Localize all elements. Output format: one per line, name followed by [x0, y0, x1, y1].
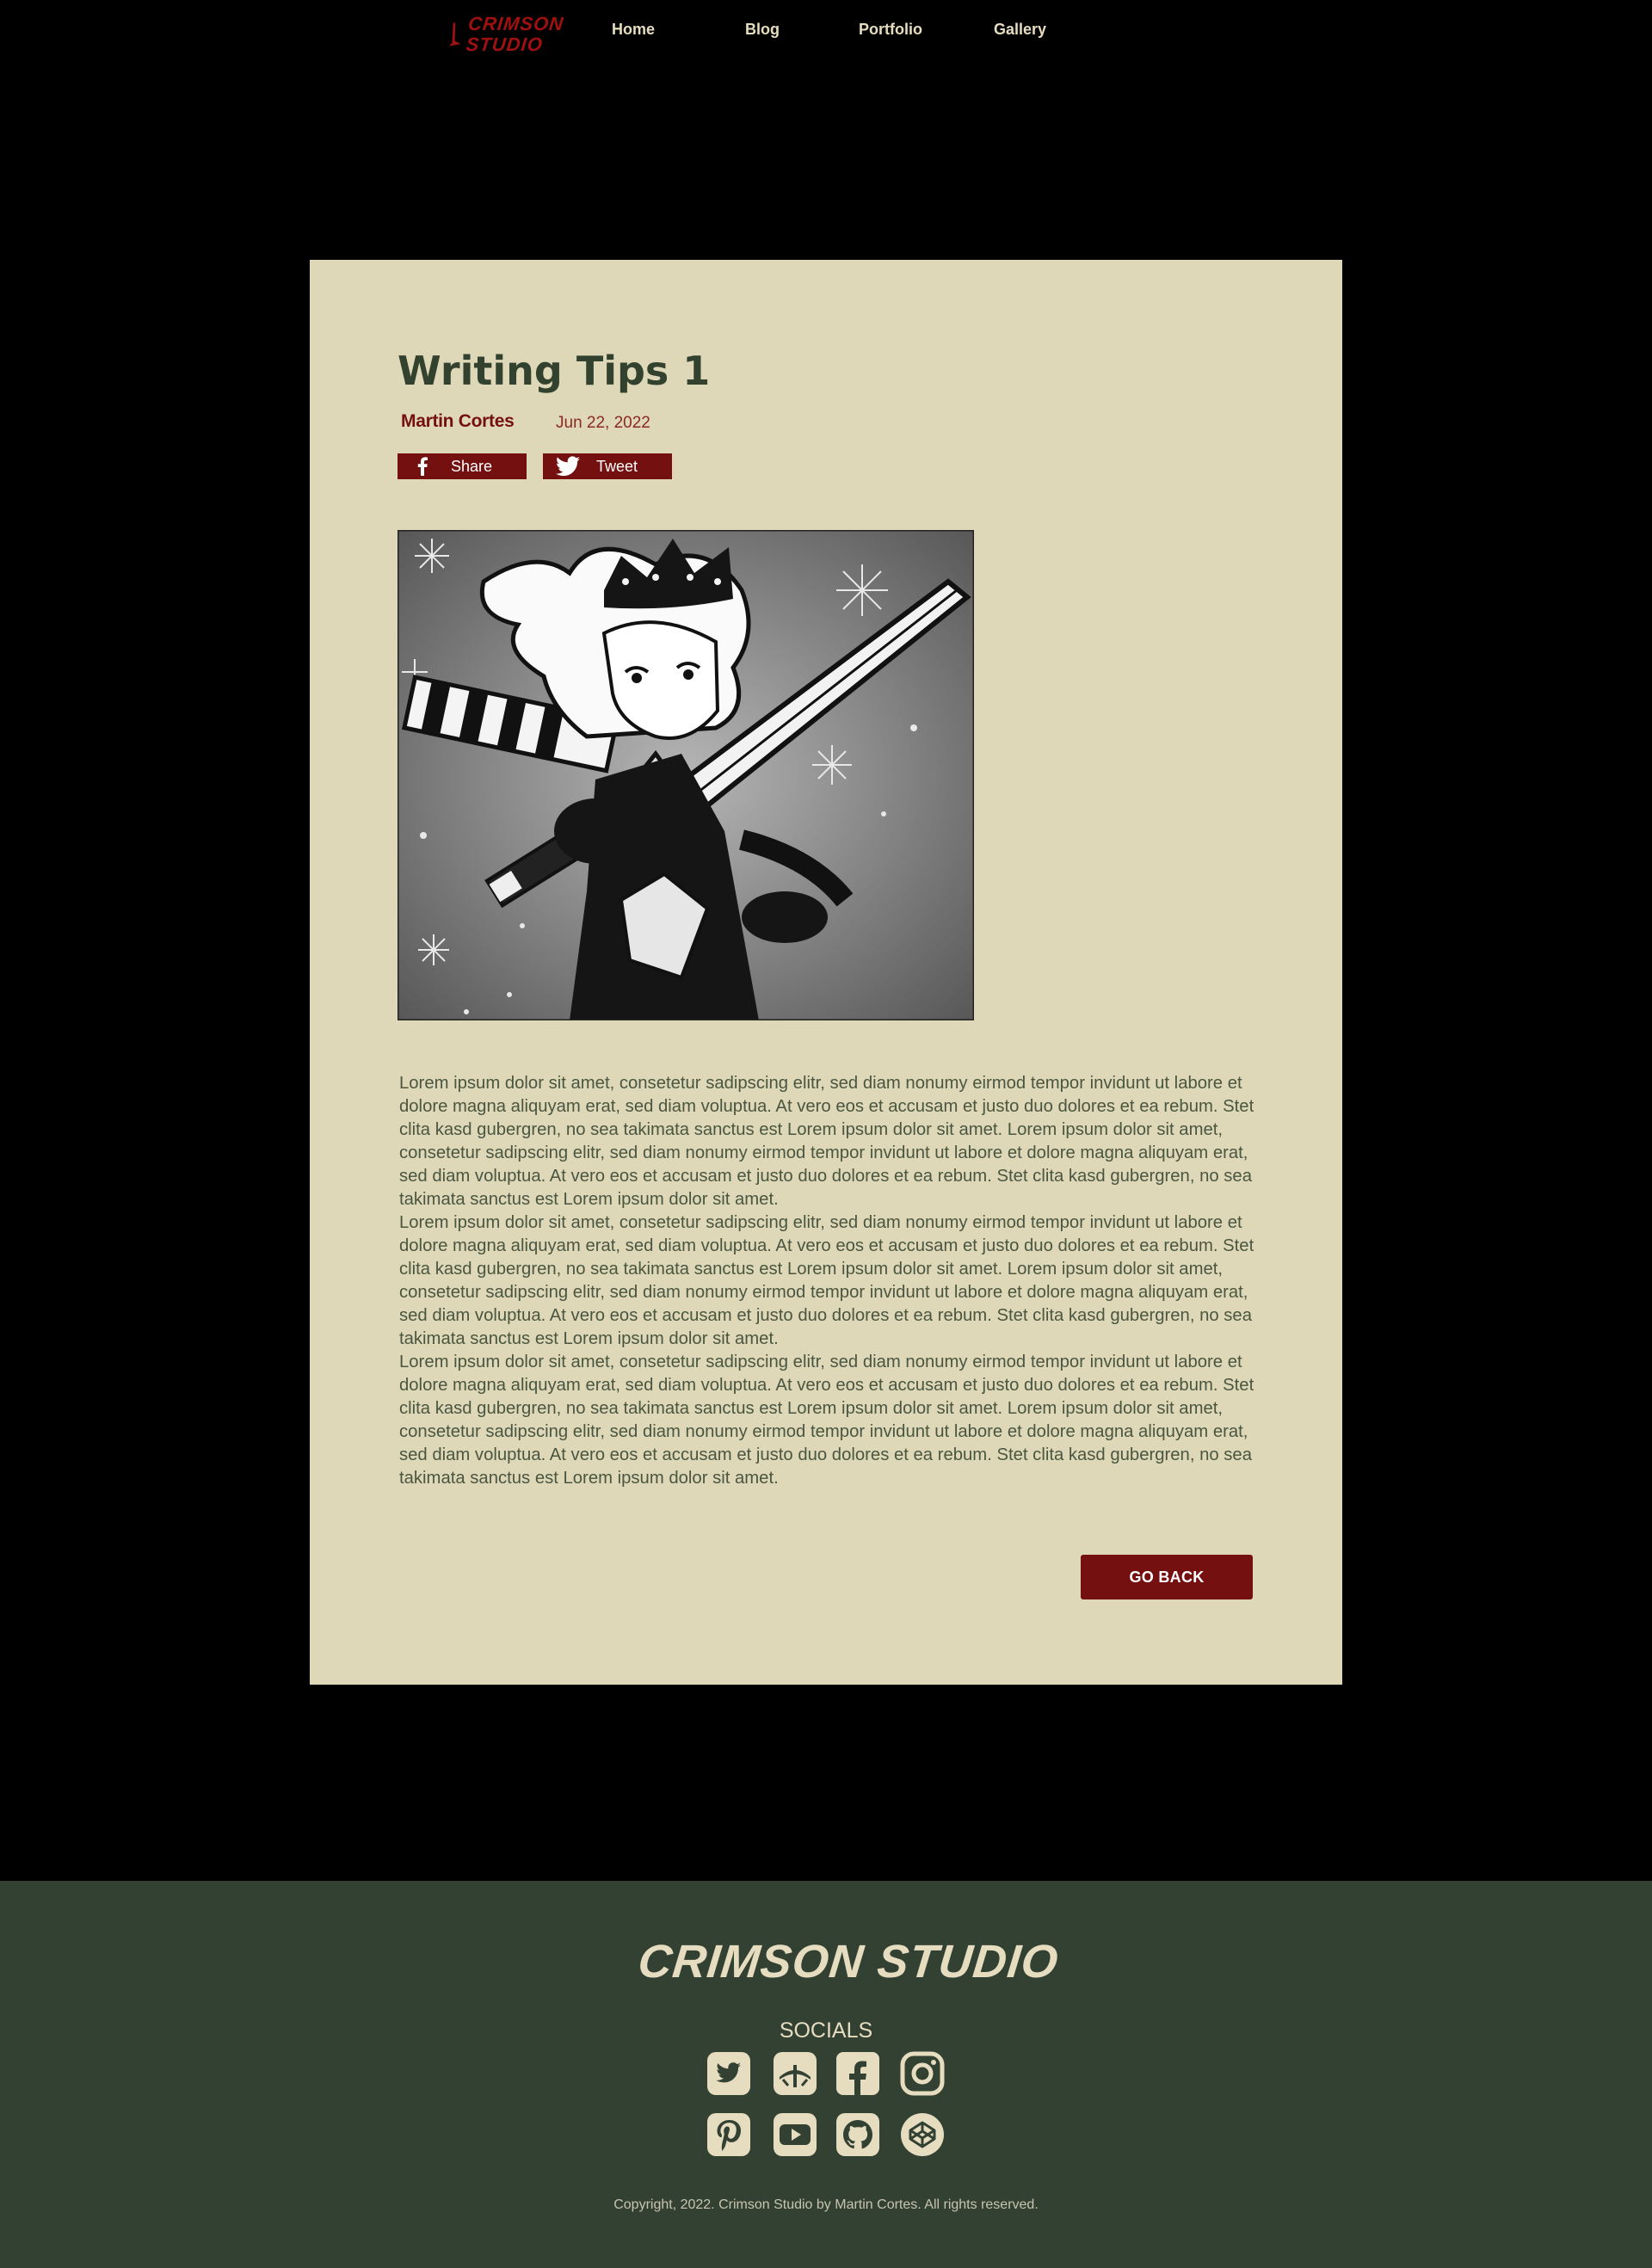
- deviantart-icon[interactable]: [773, 2051, 817, 2096]
- github-icon[interactable]: [835, 2112, 880, 2157]
- go-back-button[interactable]: GO BACK: [1081, 1555, 1253, 1599]
- facebook-icon[interactable]: [835, 2051, 880, 2096]
- post-title: Writing Tips 1: [398, 348, 711, 394]
- post-paragraph: Lorem ipsum dolor sit amet, consetetur s…: [399, 1353, 1254, 1488]
- footer-logo: CRIMSON STUDIO: [626, 1929, 1061, 1994]
- codepen-icon[interactable]: [900, 2112, 945, 2157]
- nav-portfolio[interactable]: Portfolio: [859, 21, 922, 39]
- twitter-tweet-button[interactable]: Tweet: [543, 453, 672, 479]
- quill-logo-icon: [448, 22, 461, 46]
- twitter-icon: [555, 453, 581, 479]
- pinterest-icon[interactable]: [706, 2112, 751, 2157]
- site-header: CRIMSON STUDIO Home Blog Portfolio Galle…: [0, 0, 1652, 69]
- nav-blog[interactable]: Blog: [745, 21, 780, 39]
- blog-post-card: Writing Tips 1 Martin Cortes Jun 22, 202…: [310, 260, 1342, 1685]
- logo-line-2: STUDIO: [465, 34, 545, 55]
- logo-line-1: CRIMSON: [467, 13, 565, 34]
- instagram-icon[interactable]: [900, 2051, 945, 2096]
- share-label: Share: [451, 457, 493, 475]
- facebook-share-button[interactable]: Share: [398, 453, 527, 479]
- site-logo[interactable]: CRIMSON STUDIO: [446, 10, 565, 59]
- manga-swordsman-illustration: [398, 530, 974, 1020]
- tweet-label: Tweet: [596, 457, 638, 475]
- socials-heading: SOCIALS: [779, 2018, 873, 2043]
- post-body: Lorem ipsum dolor sit amet, consetetur s…: [399, 1072, 1260, 1490]
- post-paragraph: Lorem ipsum dolor sit amet, consetetur s…: [399, 1213, 1254, 1348]
- post-paragraph: Lorem ipsum dolor sit amet, consetetur s…: [399, 1074, 1254, 1209]
- post-image: [398, 530, 974, 1020]
- youtube-icon[interactable]: [773, 2112, 817, 2157]
- facebook-icon: [410, 453, 435, 479]
- post-date: Jun 22, 2022: [556, 414, 650, 432]
- footer-logo-text: CRIMSON STUDIO: [635, 1936, 1062, 1988]
- site-footer: CRIMSON STUDIO SOCIALS Copyright, 2022. …: [0, 1881, 1652, 2268]
- nav-home[interactable]: Home: [612, 21, 655, 39]
- nav-gallery[interactable]: Gallery: [994, 21, 1046, 39]
- copyright-text: Copyright, 2022. Crimson Studio by Marti…: [613, 2197, 1039, 2212]
- twitter-icon[interactable]: [706, 2051, 751, 2096]
- post-author[interactable]: Martin Cortes: [401, 411, 515, 432]
